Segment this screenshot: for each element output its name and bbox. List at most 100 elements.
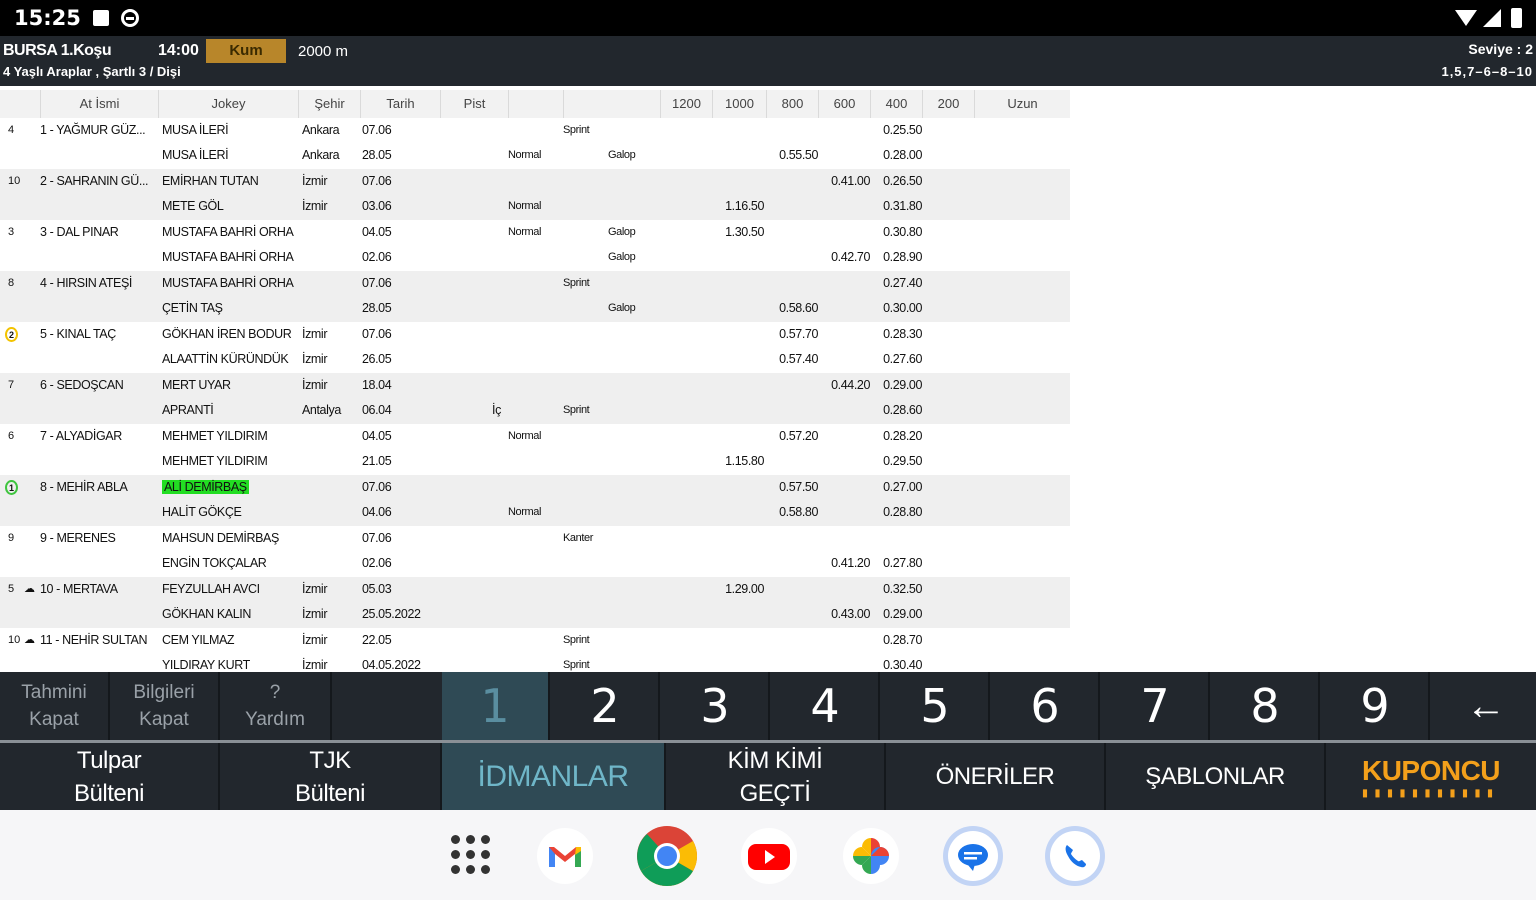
cell-c7: Galop bbox=[608, 149, 636, 161]
tab-sablonlar[interactable]: ŞABLONLAR bbox=[1106, 743, 1326, 810]
cell-c400: 0.28.70 bbox=[883, 633, 922, 647]
cell-c7: Galop bbox=[608, 226, 636, 238]
horse-name: 5 - KINAL TAÇ bbox=[40, 327, 116, 341]
horse-name: 4 - HIRSIN ATEŞİ bbox=[40, 276, 133, 290]
cell-city bbox=[302, 500, 360, 525]
cell-jockey: GÖKHAN İREN BODUR bbox=[162, 327, 292, 341]
cell-city bbox=[302, 424, 360, 449]
keypad-number-6[interactable]: 6 bbox=[992, 672, 1100, 740]
cell-c600: 0.42.70 bbox=[831, 250, 870, 264]
close-prediction-button[interactable]: Tahmini Kapat bbox=[0, 672, 110, 740]
close-prediction-label-1: Tahmini bbox=[21, 682, 87, 703]
tab-oneriler[interactable]: ÖNERİLER bbox=[886, 743, 1106, 810]
cell-jockey: APRANTİ bbox=[162, 403, 214, 417]
cell-c800: 0.58.60 bbox=[779, 301, 818, 315]
horse-number: 3 bbox=[8, 226, 15, 238]
cell-c600: 0.43.00 bbox=[831, 607, 870, 621]
cell-city bbox=[302, 551, 360, 576]
bottom-tabs: Tulpar Bülteni TJK Bülteni İDMANLAR KİM … bbox=[0, 743, 1536, 810]
cell-c1000: 1.16.50 bbox=[725, 199, 764, 213]
race-time: 14:00 bbox=[158, 42, 199, 59]
table-row[interactable]: 10 ☁ 11 - NEHİR SULTAN CEM YILMAZ İzmir 22.05… bbox=[0, 628, 1070, 672]
table-header: At İsmi Jokey Şehir Tarih Pist 1200 1000 800 600… bbox=[0, 90, 1070, 118]
backspace-button[interactable]: ← bbox=[1436, 672, 1536, 740]
keypad-number-7[interactable]: 7 bbox=[1102, 672, 1210, 740]
apps-icon[interactable] bbox=[442, 827, 500, 885]
tab-tulpar-label-1: Tulpar bbox=[76, 746, 142, 774]
photos-icon[interactable] bbox=[842, 827, 900, 885]
messages-icon[interactable] bbox=[942, 825, 1004, 887]
horse-number: 6 bbox=[8, 430, 15, 442]
cell-c400: 0.28.30 bbox=[883, 327, 922, 341]
cell-c400: 0.30.40 bbox=[883, 658, 922, 672]
cell-date: 07.06 bbox=[362, 531, 392, 545]
table-row[interactable]: 8 4 - HIRSIN ATEŞİ MUSTAFA BAHRİ ORHA 07.06… bbox=[0, 271, 1070, 322]
phone-icon[interactable] bbox=[1044, 825, 1106, 887]
cell-c400: 0.27.40 bbox=[883, 276, 922, 290]
horse-number: 7 bbox=[8, 379, 15, 391]
keypad-number-9[interactable]: 9 bbox=[1322, 672, 1430, 740]
table-row[interactable]: 9 9 - MERENES MAHSUN DEMİRBAŞ 07.06 Kanter EN… bbox=[0, 526, 1070, 577]
cell-c6: Sprint bbox=[563, 277, 590, 289]
training-table[interactable]: At İsmi Jokey Şehir Tarih Pist 1200 1000 800 600… bbox=[0, 90, 1070, 672]
keypad-number-1[interactable]: 1 bbox=[442, 672, 550, 740]
cell-c7: Galop bbox=[608, 302, 636, 314]
table-row[interactable]: 5 ☁ 10 - MERTAVA FEYZULLAH AVCI İzmir 05.03 1.… bbox=[0, 577, 1070, 628]
table-row[interactable]: 10 2 - SAHRANIN GÜ... EMİRHAN TUTAN İzmir 07… bbox=[0, 169, 1070, 220]
column-header: Şehir bbox=[298, 90, 360, 118]
cell-c400: 0.28.80 bbox=[883, 505, 922, 519]
horse-name: 2 - SAHRANIN GÜ... bbox=[40, 174, 149, 188]
youtube-icon[interactable] bbox=[740, 827, 798, 885]
cell-c400: 0.30.00 bbox=[883, 301, 922, 315]
close-info-button[interactable]: Bilgileri Kapat bbox=[110, 672, 220, 740]
tab-kim-kimi-gecti[interactable]: KİM KİMİ GEÇTİ bbox=[666, 743, 886, 810]
chrome-icon[interactable] bbox=[636, 825, 698, 887]
cell-date: 06.04 bbox=[362, 403, 392, 417]
cell-jockey: ALAATTİN KÜRÜNDÜK bbox=[162, 352, 289, 366]
cell-c600: 0.41.00 bbox=[831, 174, 870, 188]
tab-tulpar-bulteni[interactable]: Tulpar Bülteni bbox=[0, 743, 220, 810]
close-info-label-2: Kapat bbox=[139, 709, 189, 730]
cell-c600: 0.44.20 bbox=[831, 378, 870, 392]
horse-name: 11 - NEHİR SULTAN bbox=[40, 633, 148, 647]
gmail-icon[interactable] bbox=[536, 827, 594, 885]
tab-tjk-label-2: Bülteni bbox=[295, 779, 365, 807]
cell-jockey: YILDIRAY KURT bbox=[162, 658, 250, 672]
help-button[interactable]: ? Yardım bbox=[220, 672, 332, 740]
table-row[interactable]: 4 1 - YAĞMUR GÜZ... MUSA İLERİ Ankara 07.06 S… bbox=[0, 118, 1070, 169]
tab-idmanlar[interactable]: İDMANLAR bbox=[442, 743, 666, 810]
cell-city: İzmir bbox=[302, 174, 328, 188]
tab-tjk-bulteni[interactable]: TJK Bülteni bbox=[220, 743, 442, 810]
cell-date: 07.06 bbox=[362, 123, 392, 137]
cell-jockey: HALİT GÖKÇE bbox=[162, 505, 242, 519]
status-right bbox=[1455, 8, 1522, 28]
table-row[interactable]: 6 7 - ALYADİGAR MEHMET YILDIRIM 04.05 Normal… bbox=[0, 424, 1070, 475]
tab-oneriler-label: ÖNERİLER bbox=[935, 763, 1055, 790]
table-row[interactable]: 7 6 - SEDOŞCAN MERT UYAR İzmir 18.04 0.44.20 0… bbox=[0, 373, 1070, 424]
tab-sablonlar-label: ŞABLONLAR bbox=[1145, 763, 1285, 790]
tab-tjk-label-1: TJK bbox=[309, 746, 351, 774]
column-header: 1200 bbox=[660, 90, 712, 118]
close-prediction-label-2: Kapat bbox=[29, 709, 79, 730]
horse-name: 6 - SEDOŞCAN bbox=[40, 378, 124, 392]
keypad-number-2[interactable]: 2 bbox=[552, 672, 660, 740]
cell-city: Ankara bbox=[302, 148, 340, 162]
cell-c400: 0.27.60 bbox=[883, 352, 922, 366]
keypad-number-4[interactable]: 4 bbox=[772, 672, 880, 740]
table-row[interactable]: 2 5 - KINAL TAÇ GÖKHAN İREN BODUR İzmir 07.0… bbox=[0, 322, 1070, 373]
cell-c400: 0.27.00 bbox=[883, 480, 922, 494]
keypad-number-3[interactable]: 3 bbox=[662, 672, 770, 740]
cell-date: 03.06 bbox=[362, 199, 392, 213]
tab-kuponcu[interactable]: KUPONCU ▮▮▮▮▮▮▮▮▮▮▮ bbox=[1326, 743, 1536, 810]
keypad-number-8[interactable]: 8 bbox=[1212, 672, 1320, 740]
column-header: 400 bbox=[870, 90, 922, 118]
cell-date: 07.06 bbox=[362, 276, 392, 290]
table-row[interactable]: 1 8 - MEHİR ABLA ALİ DEMİRBAŞ 07.06 0.57.50 0… bbox=[0, 475, 1070, 526]
help-label-2: Yardım bbox=[245, 709, 305, 730]
cell-city: Ankara bbox=[302, 123, 340, 137]
cell-c400: 0.28.90 bbox=[883, 250, 922, 264]
horse-name: 1 - YAĞMUR GÜZ... bbox=[40, 123, 146, 137]
keypad-number-5[interactable]: 5 bbox=[882, 672, 990, 740]
blinker-icon: ☁ bbox=[24, 634, 35, 646]
table-row[interactable]: 3 3 - DAL PINAR MUSTAFA BAHRİ ORHA 04.05 Nor… bbox=[0, 220, 1070, 271]
